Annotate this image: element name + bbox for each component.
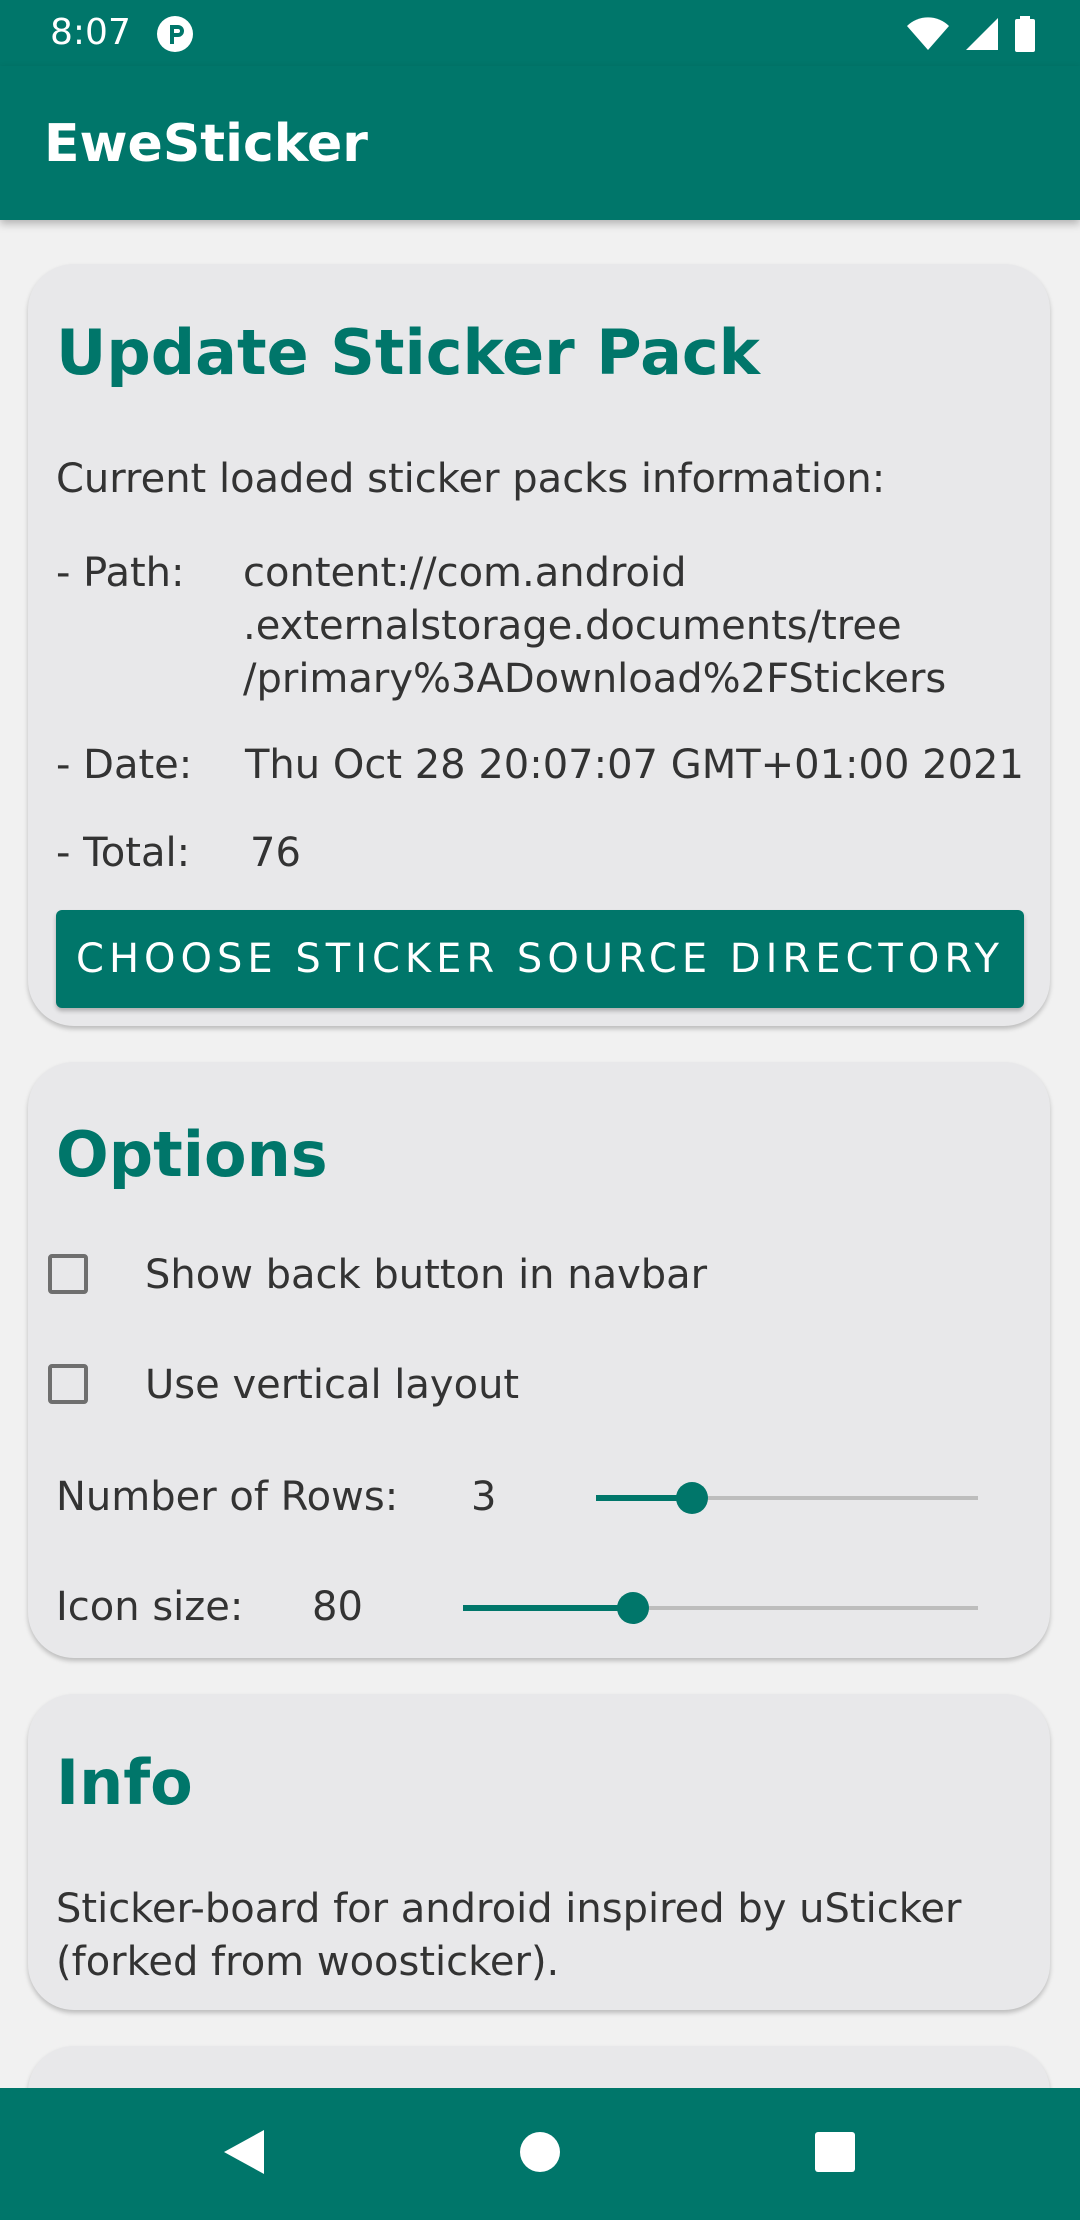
info-intro: Current loaded sticker packs information… (56, 456, 886, 502)
update-card-title: Update Sticker Pack (56, 316, 760, 389)
app-title: EweSticker (44, 114, 368, 174)
recents-button[interactable] (775, 2088, 895, 2220)
back-button-checkbox[interactable] (48, 1254, 88, 1294)
rows-slider[interactable] (596, 1478, 978, 1518)
date-value: Thu Oct 28 20:07:07 GMT+01:00 2021 (245, 742, 1024, 788)
back-button[interactable] (184, 2088, 304, 2220)
notification-icon (155, 14, 195, 58)
icon-size-value: 80 (312, 1584, 363, 1630)
wifi-icon (906, 17, 950, 55)
icon-slider-fill (463, 1605, 633, 1611)
status-time: 8:07 (50, 12, 131, 53)
path-value-line-2: .externalstorage.documents/tree (243, 603, 902, 649)
navigation-bar (0, 2088, 1080, 2220)
rows-slider-thumb[interactable] (675, 1482, 708, 1514)
back-icon (222, 2128, 266, 2180)
status-bar: 8:07 (0, 0, 1080, 66)
rows-value: 3 (471, 1474, 497, 1520)
info-card-title: Info (56, 1746, 193, 1819)
options-card: Options Show back button in navbar Use v… (28, 1062, 1050, 1658)
path-value-line-3: /primary%3ADownload%2FStickers (243, 656, 947, 702)
path-label: - Path: (56, 550, 185, 596)
recents-icon (814, 2131, 856, 2177)
choose-directory-button[interactable]: CHOOSE STICKER SOURCE DIRECTORY (56, 910, 1024, 1008)
icon-size-slider[interactable] (463, 1588, 978, 1628)
signal-icon (964, 17, 1000, 55)
info-text-line-2: (forked from woosticker). (56, 1939, 560, 1985)
date-label: - Date: (56, 742, 193, 788)
home-button[interactable] (480, 2088, 600, 2220)
battery-icon (1014, 16, 1036, 56)
vertical-layout-checkbox-label[interactable]: Use vertical layout (145, 1362, 519, 1408)
icon-slider-thumb[interactable] (616, 1592, 649, 1624)
total-label: - Total: (56, 830, 191, 876)
home-icon (519, 2131, 561, 2177)
options-card-title: Options (56, 1118, 328, 1191)
app-bar: EweSticker (0, 66, 1080, 220)
info-card: Info Sticker-board for android inspired … (28, 1694, 1050, 2010)
total-value: 76 (250, 830, 301, 876)
icon-size-label: Icon size: (56, 1584, 244, 1630)
back-button-checkbox-label[interactable]: Show back button in navbar (145, 1252, 707, 1298)
path-value-line-1: content://com.android (243, 550, 687, 596)
vertical-layout-checkbox[interactable] (48, 1364, 88, 1404)
rows-label: Number of Rows: (56, 1474, 399, 1520)
info-text-line-1: Sticker-board for android inspired by uS… (56, 1886, 962, 1932)
update-sticker-pack-card: Update Sticker Pack Current loaded stick… (28, 264, 1050, 1026)
